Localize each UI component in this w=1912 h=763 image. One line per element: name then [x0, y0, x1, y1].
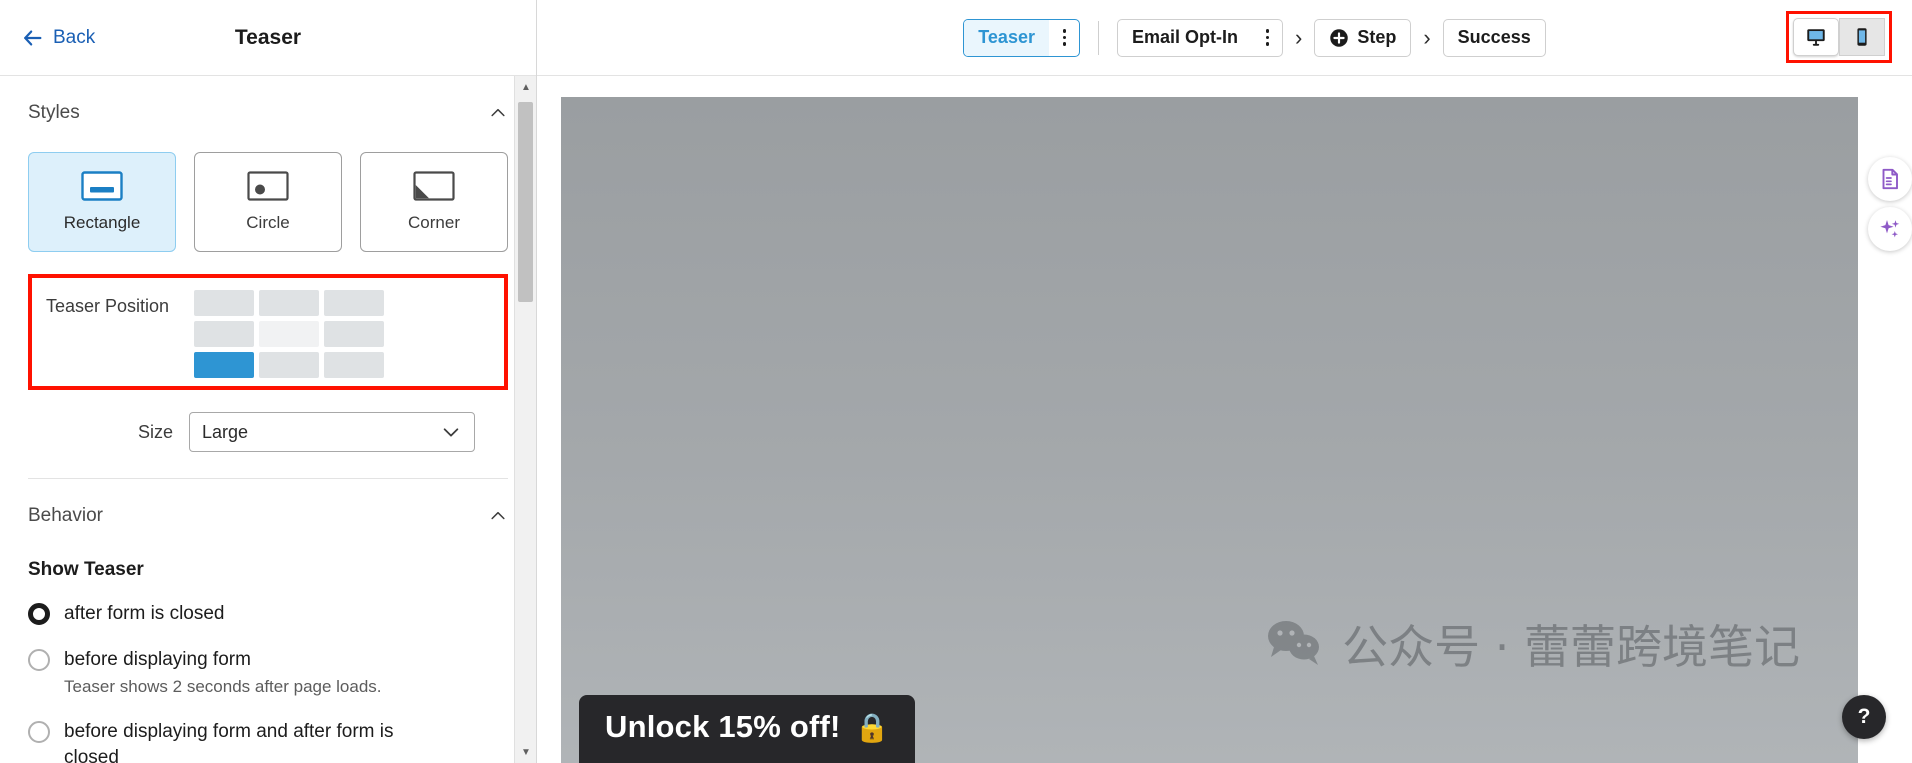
scroll-up-arrow[interactable]: ▲	[515, 76, 536, 98]
app-root: Back Teaser Styles Rectangle Circle Corn…	[0, 0, 1912, 763]
style-card-label: Circle	[246, 213, 290, 232]
device-mobile-button[interactable]	[1839, 18, 1885, 56]
kebab-menu-icon[interactable]	[1049, 20, 1079, 56]
top-navigation-bar: Teaser Email Opt-In › Step › Success	[537, 0, 1912, 76]
radio-indicator	[28, 603, 50, 625]
sidebar-header: Back Teaser	[0, 0, 536, 76]
breadcrumb: Teaser Email Opt-In › Step › Success	[903, 18, 1546, 57]
radio-before-displaying-form[interactable]: before displaying form	[28, 647, 508, 673]
chevron-up-icon[interactable]	[488, 103, 508, 123]
scroll-down-arrow[interactable]: ▼	[515, 741, 536, 763]
sidebar-scroll-area: Styles Rectangle Circle Corner Teaser Po…	[0, 76, 536, 763]
radio-label: before displaying form	[64, 648, 251, 670]
position-cell-top-left[interactable]	[194, 290, 254, 316]
teaser-position-label: Teaser Position	[46, 296, 170, 316]
breadcrumb-label: Email Opt-In	[1131, 27, 1238, 47]
style-card-circle[interactable]: Circle	[194, 152, 342, 252]
breadcrumb-divider	[1097, 20, 1099, 55]
radio-after-form-closed[interactable]: after form is closed	[28, 601, 508, 627]
radio-indicator	[28, 648, 50, 671]
radio-before-and-after[interactable]: before displaying form and after form is…	[28, 719, 508, 763]
device-toggle-group	[1786, 11, 1892, 63]
page-document-icon	[1882, 168, 1898, 190]
desktop-monitor-icon	[1807, 29, 1825, 46]
back-label: Back	[53, 26, 96, 48]
radio-label: after form is closed	[64, 603, 225, 624]
watermark-text: 公众号 · 蕾蕾跨境笔记	[1342, 620, 1800, 674]
position-cell-middle-right[interactable]	[324, 321, 384, 347]
behavior-section-header[interactable]: Behavior	[28, 479, 508, 533]
size-label: Size	[138, 421, 174, 442]
chevron-right-icon: ›	[1423, 24, 1431, 50]
preview-viewport: 公众号 · 蕾蕾跨境笔记 Unlock 15% off! 🔒	[561, 97, 1858, 763]
radio-label: before displaying form and after form is…	[64, 721, 394, 763]
ai-sparkles-button[interactable]	[1868, 207, 1912, 251]
style-card-label: Rectangle	[63, 213, 141, 232]
breadcrumb-label: Success	[1457, 27, 1531, 47]
help-button[interactable]: ?	[1842, 695, 1886, 739]
style-card-group: Rectangle Circle Corner	[28, 152, 508, 252]
teaser-preview-banner[interactable]: Unlock 15% off! 🔒	[579, 695, 916, 763]
style-card-rectangle[interactable]: Rectangle	[28, 152, 176, 252]
watermark: 公众号 · 蕾蕾跨境笔记	[1264, 611, 1800, 677]
scrollbar-thumb[interactable]	[518, 102, 533, 302]
lock-icon: 🔒	[854, 711, 890, 743]
teaser-preview-text: Unlock 15% off!	[605, 709, 841, 744]
wechat-icon	[1268, 621, 1320, 665]
style-card-corner[interactable]: Corner	[360, 152, 508, 252]
position-cell-middle-left[interactable]	[194, 321, 254, 347]
position-cell-top-right[interactable]	[324, 290, 384, 316]
page-document-button[interactable]	[1868, 157, 1912, 201]
floating-action-buttons	[1862, 157, 1912, 251]
back-arrow-icon	[24, 29, 42, 46]
position-cell-bottom-right[interactable]	[324, 352, 384, 378]
corner-fold-icon	[413, 171, 455, 201]
plus-circle-icon	[1330, 28, 1349, 47]
left-sidebar: Back Teaser Styles Rectangle Circle Corn…	[0, 0, 537, 763]
breadcrumb-add-step-button[interactable]: Step	[1314, 18, 1412, 57]
circle-dot-icon	[247, 171, 289, 201]
style-card-label: Corner	[408, 213, 460, 232]
size-row: Size Large	[28, 412, 508, 452]
mobile-phone-icon	[1857, 28, 1867, 46]
position-cell-bottom-center[interactable]	[259, 352, 319, 378]
radio-indicator	[28, 721, 50, 744]
behavior-section-title: Behavior	[28, 505, 103, 526]
position-cell-bottom-left[interactable]	[194, 352, 254, 378]
breadcrumb-item-success[interactable]: Success	[1442, 18, 1546, 57]
main-area: Teaser Email Opt-In › Step › Success 公众号…	[537, 0, 1912, 763]
show-teaser-label: Show Teaser	[28, 559, 144, 580]
position-cell-top-center[interactable]	[259, 290, 319, 316]
styles-section-title: Styles	[28, 102, 80, 123]
breadcrumb-label: Step	[1357, 27, 1397, 47]
back-button[interactable]: Back	[22, 27, 95, 49]
breadcrumb-item-email-opt-in[interactable]: Email Opt-In	[1116, 18, 1283, 57]
device-desktop-button[interactable]	[1793, 18, 1839, 56]
teaser-position-block: Teaser Position	[28, 274, 508, 390]
chevron-down-icon	[443, 428, 459, 437]
preview-canvas: 公众号 · 蕾蕾跨境笔记 Unlock 15% off! 🔒 ?	[561, 77, 1912, 763]
sidebar-scrollbar[interactable]: ▲ ▼	[514, 76, 536, 763]
breadcrumb-label: Teaser	[964, 19, 1049, 56]
position-cell-middle-center[interactable]	[259, 321, 319, 347]
size-select-value: Large	[202, 421, 249, 442]
settings-panel: Styles Rectangle Circle Corner Teaser Po…	[0, 76, 536, 763]
styles-section-header[interactable]: Styles	[28, 76, 508, 130]
chevron-right-icon: ›	[1295, 24, 1303, 50]
sparkles-ai-icon	[1880, 220, 1900, 238]
chevron-up-icon[interactable]	[488, 506, 508, 526]
breadcrumb-item-teaser[interactable]: Teaser	[963, 18, 1080, 57]
rectangle-bar-icon	[81, 171, 123, 201]
kebab-menu-icon[interactable]	[1252, 20, 1282, 56]
teaser-position-grid	[194, 290, 384, 378]
size-select[interactable]: Large	[189, 412, 476, 452]
radio-help-text: Teaser shows 2 seconds after page loads.	[64, 677, 382, 697]
